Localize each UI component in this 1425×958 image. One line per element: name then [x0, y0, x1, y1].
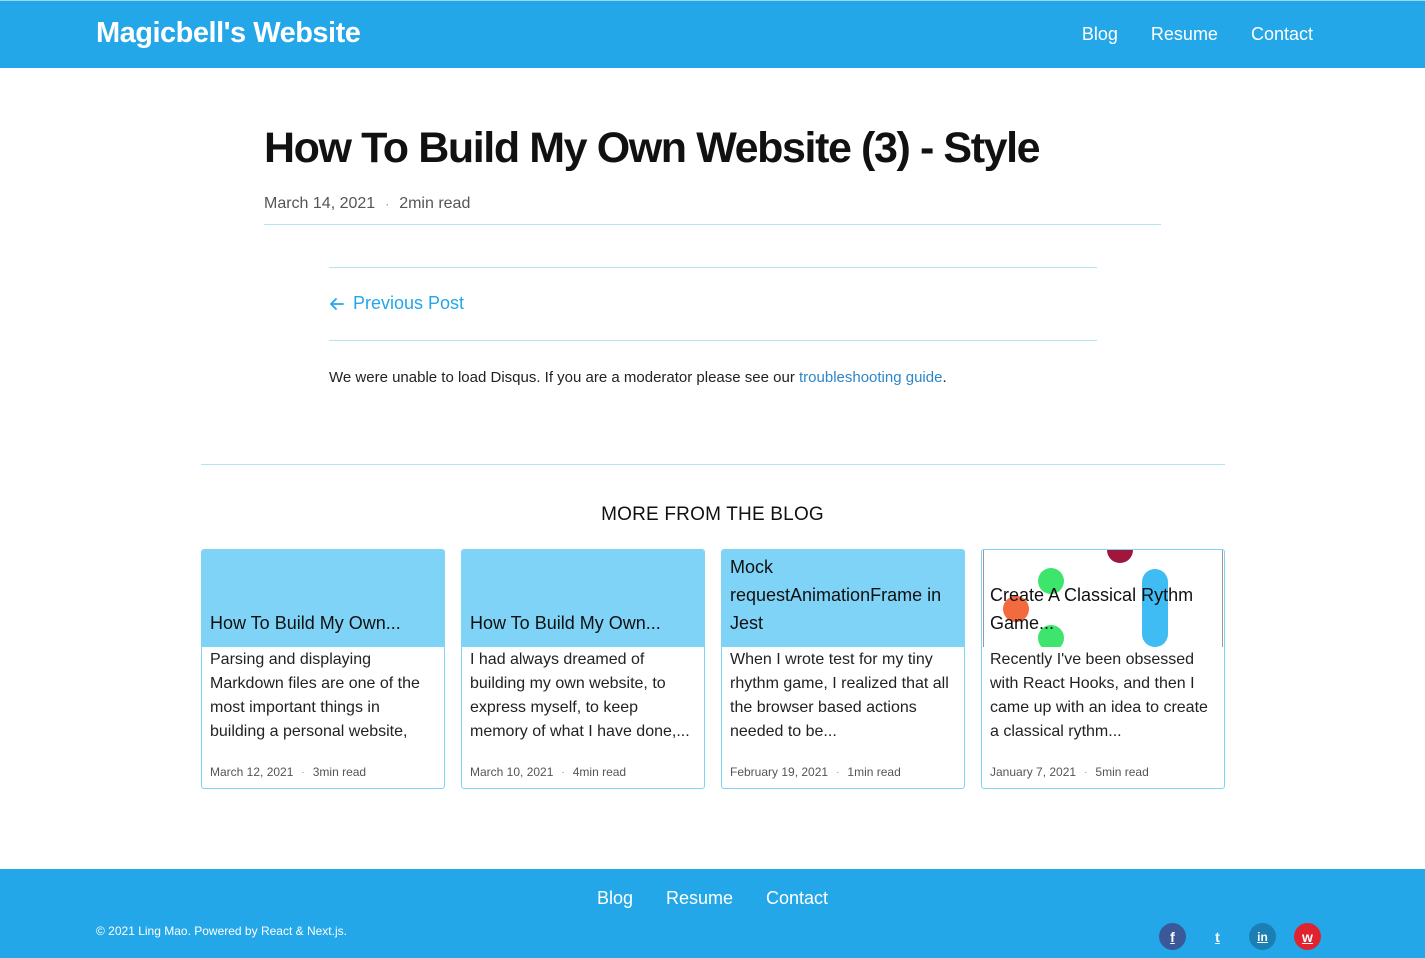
footer-nav: Blog Resume Contact	[0, 888, 1425, 909]
card-meta: February 19, 2021 · 1min read	[730, 765, 901, 779]
meta-separator: ·	[385, 197, 390, 211]
card-title[interactable]: Create A Classical Rythm Game...	[990, 581, 1216, 637]
card-title[interactable]: How To Build My Own...	[470, 609, 696, 637]
post-navigation: Previous Post	[329, 267, 1097, 341]
nav-resume-link[interactable]: Resume	[1151, 24, 1218, 45]
card-read-time: 5min read	[1095, 765, 1149, 779]
card-date: March 10, 2021	[470, 765, 554, 779]
game-note-ball	[1107, 550, 1133, 563]
post-meta: March 14, 2021 · 2min read	[264, 195, 470, 213]
more-from-blog-heading: MORE FROM THE BLOG	[601, 504, 824, 525]
card-read-time: 1min read	[847, 765, 901, 779]
twitter-icon[interactable]: t	[1204, 923, 1231, 950]
disqus-text-end: .	[942, 369, 947, 386]
card-meta: March 12, 2021 · 3min read	[210, 765, 366, 779]
post-title: How To Build My Own Website (3) - Style	[264, 124, 1041, 172]
card-header: How To Build My Own...	[202, 550, 444, 647]
card-header: How To Build My Own...	[462, 550, 704, 647]
blog-card-list: How To Build My Own... Parsing and displ…	[201, 549, 1225, 789]
card-excerpt: I had always dreamed of building my own …	[470, 651, 690, 740]
card-excerpt: Parsing and displaying Markdown files ar…	[210, 651, 420, 740]
footer-contact-link[interactable]: Contact	[766, 888, 828, 909]
meta-separator: ·	[301, 766, 305, 778]
card-header: Mock requestAnimationFrame in Jest	[722, 550, 964, 647]
top-nav: Blog Resume Contact	[1082, 24, 1313, 45]
post-read-time: 2min read	[399, 195, 471, 212]
card-title[interactable]: How To Build My Own...	[210, 609, 436, 637]
meta-separator: ·	[1084, 766, 1088, 778]
image-edge	[983, 550, 984, 647]
card-read-time: 3min read	[312, 765, 367, 779]
blog-card[interactable]: Create A Classical Rythm Game... Recentl…	[981, 549, 1225, 789]
card-date: January 7, 2021	[990, 765, 1077, 779]
linkedin-icon[interactable]: in	[1249, 923, 1276, 950]
facebook-icon[interactable]: f	[1159, 923, 1186, 950]
card-excerpt: Recently I've been obsessed with React H…	[990, 651, 1208, 740]
card-read-time: 4min read	[572, 765, 627, 779]
meta-separator: ·	[561, 766, 565, 778]
blog-card[interactable]: Mock requestAnimationFrame in Jest When …	[721, 549, 965, 789]
card-meta: March 10, 2021 · 4min read	[470, 765, 626, 779]
nav-contact-link[interactable]: Contact	[1251, 24, 1313, 45]
card-date: March 12, 2021	[210, 765, 294, 779]
disqus-text: We were unable to load Disqus. If you ar…	[329, 369, 799, 386]
arrow-left-icon	[330, 297, 344, 310]
social-links: f t in w	[1159, 923, 1321, 950]
post-date: March 14, 2021	[264, 195, 376, 212]
copyright-text: © 2021 Ling Mao. Powered by React & Next…	[96, 924, 347, 938]
previous-post-label: Previous Post	[353, 293, 465, 313]
card-excerpt: When I wrote test for my tiny rhythm gam…	[730, 651, 949, 740]
meta-separator: ·	[836, 766, 840, 778]
previous-post-link[interactable]: Previous Post	[329, 293, 464, 314]
top-navbar: Magicbell's Website Blog Resume Contact	[0, 0, 1425, 68]
footer-resume-link[interactable]: Resume	[666, 888, 733, 909]
card-header-game-image: Create A Classical Rythm Game...	[982, 550, 1224, 647]
troubleshooting-guide-link[interactable]: troubleshooting guide	[799, 369, 942, 386]
footer-blog-link[interactable]: Blog	[597, 888, 633, 909]
disqus-error-message: We were unable to load Disqus. If you ar…	[329, 369, 947, 386]
card-date: February 19, 2021	[730, 765, 829, 779]
nav-blog-link[interactable]: Blog	[1082, 24, 1118, 45]
card-title[interactable]: Mock requestAnimationFrame in Jest	[730, 553, 956, 637]
site-footer: Blog Resume Contact © 2021 Ling Mao. Pow…	[0, 869, 1425, 958]
site-brand[interactable]: Magicbell's Website	[96, 17, 361, 50]
weibo-icon[interactable]: w	[1294, 923, 1321, 950]
blog-card[interactable]: How To Build My Own... I had always drea…	[461, 549, 705, 789]
divider	[264, 224, 1161, 225]
image-edge	[1222, 550, 1223, 647]
blog-card[interactable]: How To Build My Own... Parsing and displ…	[201, 549, 445, 789]
divider	[201, 464, 1225, 465]
card-meta: January 7, 2021 · 5min read	[990, 765, 1149, 779]
